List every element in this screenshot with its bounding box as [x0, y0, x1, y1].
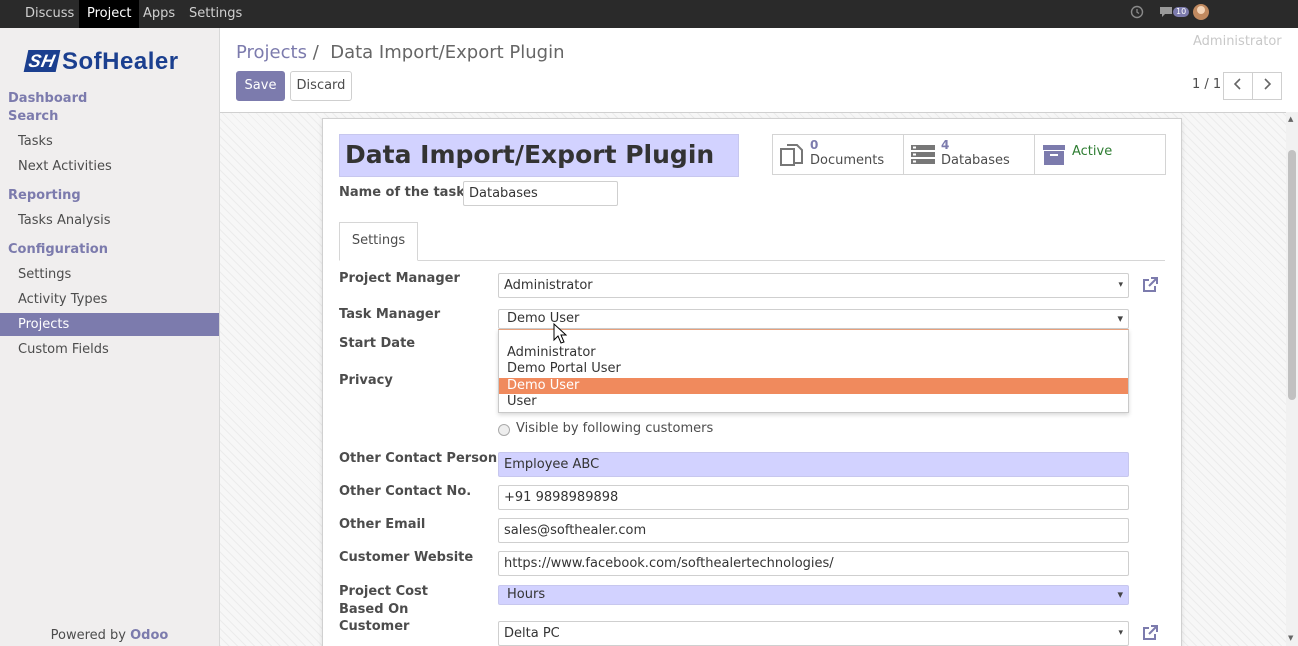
sidebar-item-settings[interactable]: Settings [0, 263, 219, 286]
databases-label: Databases [941, 153, 1010, 168]
menu-project[interactable]: Project [79, 0, 140, 28]
dropdown-option-selected[interactable]: Demo User [499, 378, 1128, 394]
customer-label: Customer [339, 619, 410, 634]
caret-down-icon: ▾ [1118, 280, 1123, 290]
tab-divider [339, 260, 1165, 261]
other-contact-person-input[interactable]: Employee ABC [498, 452, 1129, 477]
documents-count: 0 [810, 138, 819, 152]
other-contact-no-input[interactable]: +91 9898989898 [498, 485, 1129, 510]
sidebar-item-next-activities[interactable]: Next Activities [0, 155, 219, 178]
databases-button[interactable]: 4 Databases [903, 134, 1035, 175]
form-scrollbar[interactable]: ▲ ▼ [1286, 112, 1298, 646]
sidebar-section-reporting[interactable]: Reporting [8, 188, 81, 203]
other-email-label: Other Email [339, 517, 426, 532]
start-date-label: Start Date [339, 336, 416, 351]
menu-apps[interactable]: Apps [135, 0, 183, 28]
sidebar-item-projects[interactable]: Projects [0, 313, 219, 336]
tasks-name-input[interactable]: Databases [463, 181, 618, 206]
chevron-left-icon [1233, 78, 1241, 90]
documents-button[interactable]: 0 Documents [772, 134, 904, 175]
documents-label: Documents [810, 153, 885, 168]
dropdown-option[interactable]: Administrator [499, 345, 1128, 361]
privacy-option-label[interactable]: Visible by following customers [516, 421, 713, 436]
caret-down-icon: ▾ [1117, 588, 1123, 601]
sidebar-item-search[interactable]: Search [8, 109, 58, 124]
breadcrumb: Projects / Data Import/Export Plugin [236, 42, 564, 63]
sidebar-section-configuration[interactable]: Configuration [8, 242, 108, 257]
active-toggle-button[interactable]: Active [1034, 134, 1166, 175]
user-menu[interactable]: Administrator [1193, 0, 1298, 49]
logo-text: SofHealer [62, 48, 179, 75]
tab-settings[interactable]: Settings [339, 222, 418, 261]
caret-down-icon: ▾ [1118, 628, 1123, 638]
menu-settings[interactable]: Settings [181, 0, 250, 28]
archive-icon [1043, 145, 1065, 165]
dropdown-option[interactable]: User [499, 394, 1128, 410]
save-button[interactable]: Save [236, 71, 285, 101]
task-manager-value: Demo User [507, 311, 580, 326]
sidebar-item-activity-types[interactable]: Activity Types [0, 288, 219, 311]
other-contact-person-label: Other Contact Person [339, 451, 498, 466]
project-manager-select[interactable]: Administrator ▾ [498, 273, 1129, 298]
sidebar-item-tasks[interactable]: Tasks [0, 130, 219, 153]
external-link-icon[interactable] [1140, 275, 1160, 295]
customer-select[interactable]: Delta PC ▾ [498, 621, 1129, 646]
powered-by: Powered by Odoo [0, 628, 219, 643]
project-manager-label: Project Manager [339, 271, 460, 286]
customer-value: Delta PC [504, 626, 560, 641]
customer-website-label: Customer Website [339, 550, 474, 565]
task-manager-label: Task Manager [339, 307, 441, 322]
external-link-icon[interactable] [1140, 623, 1160, 643]
scroll-up-icon[interactable]: ▲ [1288, 115, 1293, 123]
project-cost-based-on-select[interactable]: Hours ▾ [498, 585, 1129, 605]
discard-button[interactable]: Discard [290, 71, 352, 101]
breadcrumb-separator: / [312, 42, 319, 63]
dropdown-option[interactable]: Demo Portal User [499, 361, 1128, 377]
project-cost-based-on-label: Project Cost Based On [339, 584, 429, 617]
pager-next-button[interactable] [1252, 72, 1282, 100]
other-contact-no-label: Other Contact No. [339, 484, 472, 499]
pager-previous-button[interactable] [1223, 72, 1253, 100]
databases-count: 4 [941, 138, 950, 152]
sidebar-item-tasks-analysis[interactable]: Tasks Analysis [0, 209, 219, 232]
avatar [1193, 4, 1209, 20]
odoo-link[interactable]: Odoo [130, 628, 168, 643]
powered-prefix: Powered by [50, 628, 126, 643]
user-name: Administrator [1193, 34, 1282, 49]
top-navbar: Discuss Project Apps Settings 10 Adminis… [0, 0, 1298, 49]
mouse-cursor-icon [553, 323, 567, 344]
pager-value[interactable]: 1 / 1 [1192, 77, 1221, 92]
other-email-input[interactable]: sales@softhealer.com [498, 518, 1129, 543]
caret-down-icon: ▾ [1117, 312, 1123, 325]
logo-mark: SH [23, 50, 61, 72]
activity-clock-icon[interactable] [1130, 0, 1144, 28]
sidebar-item-dashboard[interactable]: Dashboard [8, 91, 87, 106]
privacy-label: Privacy [339, 373, 393, 388]
breadcrumb-current: Data Import/Export Plugin [330, 42, 565, 63]
scrollbar-thumb[interactable] [1288, 150, 1296, 400]
message-count-badge: 10 [1173, 7, 1190, 17]
menu-discuss[interactable]: Discuss [17, 0, 82, 28]
company-logo: SH SofHealer [23, 48, 179, 75]
customer-website-input[interactable]: https://www.facebook.com/softhealertechn… [498, 551, 1129, 576]
breadcrumb-projects-link[interactable]: Projects [236, 42, 307, 63]
scroll-down-icon[interactable]: ▼ [1288, 634, 1293, 642]
chevron-right-icon [1264, 78, 1272, 90]
sidebar: SH SofHealer Dashboard Search Tasks Next … [0, 28, 220, 646]
sidebar-item-custom-fields[interactable]: Custom Fields [0, 338, 219, 361]
tasks-name-label: Name of the tasks : [339, 185, 483, 200]
database-icon [911, 145, 935, 164]
messages-icon[interactable]: 10 [1159, 0, 1190, 28]
active-label: Active [1072, 144, 1113, 159]
task-manager-dropdown: Administrator Demo Portal User Demo User… [498, 329, 1129, 413]
project-manager-value: Administrator [504, 278, 593, 293]
project-title-input[interactable]: Data Import/Export Plugin [339, 134, 739, 177]
documents-icon [780, 144, 803, 166]
privacy-radio-customers[interactable] [498, 424, 510, 436]
project-cost-based-on-value: Hours [507, 587, 546, 602]
task-manager-select[interactable]: Demo User ▾ [498, 309, 1129, 329]
